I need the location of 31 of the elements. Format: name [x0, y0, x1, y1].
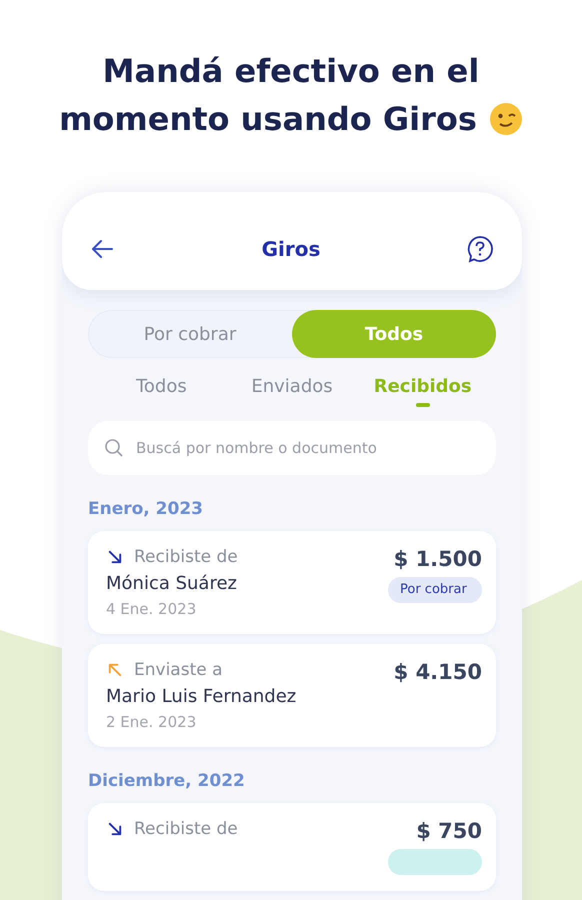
- month-heading: Diciembre, 2022: [88, 771, 246, 791]
- month-heading: Enero, 2023: [88, 499, 204, 519]
- filter-tab[interactable]: Todos: [96, 372, 227, 411]
- search-field[interactable]: Buscá por nombre o documento: [88, 421, 496, 475]
- transfer-direction: Recibiste de: [134, 547, 238, 567]
- wink-emoji-icon: [488, 102, 523, 136]
- headline-text: momento usando Giros: [59, 99, 477, 140]
- help-icon[interactable]: [466, 235, 494, 263]
- filter-tab[interactable]: Enviados: [226, 372, 358, 411]
- contact-name: Mario Luis Fernandez: [106, 686, 296, 707]
- transfer-amount: $ 1.500: [394, 547, 482, 571]
- headline-text: Mandá efectivo en el: [102, 51, 480, 92]
- transfer-direction: Recibiste de: [134, 819, 238, 839]
- contact-name: Mónica Suárez: [106, 573, 238, 594]
- received-arrow-icon: [106, 820, 124, 838]
- transfer-direction: Enviaste a: [134, 660, 223, 680]
- transfer-date: 2 Ene. 2023: [106, 713, 198, 731]
- sent-arrow-icon: [106, 661, 124, 679]
- transfer-date: 4 Ene. 2023: [106, 600, 198, 618]
- filter-tab[interactable]: Recibidos: [357, 372, 488, 411]
- search-icon: [104, 438, 124, 458]
- transfer-card[interactable]: Enviaste a Mario Luis Fernandez 2 Ene. 2023 $ 4.150: [88, 644, 496, 747]
- received-arrow-icon: [106, 548, 124, 566]
- transfer-amount: $ 750: [416, 819, 482, 843]
- transfer-card[interactable]: Recibiste de $ 750: [88, 803, 496, 891]
- transfer-card[interactable]: Recibiste de Mónica Suárez 4 Ene. 2023 $ 1.500 Por cobrar: [88, 531, 496, 634]
- segment-button[interactable]: Por cobrar: [88, 310, 292, 358]
- transfer-amount: $ 4.150: [394, 660, 482, 684]
- segment-button[interactable]: Todos: [292, 310, 496, 358]
- screen-title: Giros: [262, 237, 320, 261]
- status-badge: Por cobrar: [388, 577, 482, 603]
